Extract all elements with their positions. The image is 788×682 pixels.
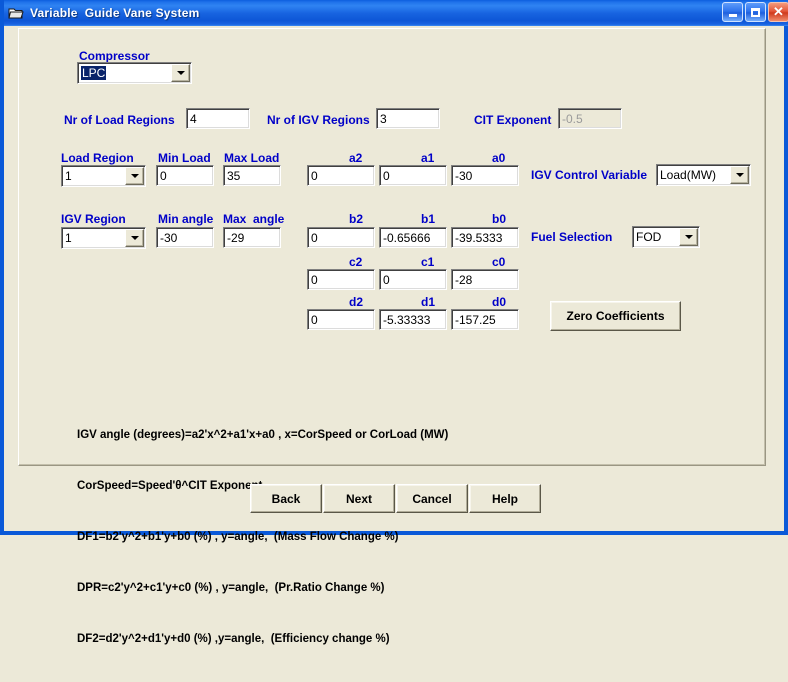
min-load-label: Min Load	[158, 151, 211, 165]
formula-line-5: DF2=d2'y^2+d1'y+d0 (%) ,y=angle, (Effici…	[77, 633, 390, 645]
c2-input[interactable]: 0	[307, 269, 375, 290]
igv-control-variable-select[interactable]: Load(MW)	[656, 164, 751, 186]
minimize-icon	[728, 14, 737, 17]
compressor-select[interactable]: LPC	[77, 62, 192, 84]
a0-input[interactable]: -30	[451, 165, 519, 186]
compressor-label: Compressor	[79, 49, 150, 63]
fuel-selection-label: Fuel Selection	[531, 230, 613, 244]
d2-input[interactable]: 0	[307, 309, 375, 330]
chevron-down-icon[interactable]	[730, 166, 749, 184]
title-bar[interactable]: Variable Guide Vane System ✕	[4, 0, 788, 26]
igv-control-variable-label: IGV Control Variable	[531, 168, 648, 182]
help-button[interactable]: Help	[469, 484, 541, 513]
nr-load-regions-label: Nr of Load Regions	[64, 113, 175, 127]
b0-label: b0	[492, 212, 507, 226]
c1-input[interactable]: 0	[379, 269, 447, 290]
nr-igv-regions-label: Nr of IGV Regions	[267, 113, 370, 127]
min-angle-input[interactable]: -30	[156, 227, 214, 248]
b1-input[interactable]: -0.65666	[379, 227, 447, 248]
chevron-down-icon[interactable]	[679, 228, 698, 246]
igv-region-label: IGV Region	[61, 212, 126, 226]
a0-label: a0	[492, 151, 506, 165]
nr-igv-regions-input[interactable]: 3	[376, 108, 440, 129]
main-panel: Compressor LPC Nr of Load Regions 4 Nr o…	[18, 28, 766, 645]
d1-label: d1	[421, 295, 436, 309]
load-region-label: Load Region	[61, 151, 134, 165]
next-button[interactable]: Next	[323, 484, 395, 513]
b2-label: b2	[349, 212, 364, 226]
close-button[interactable]: ✕	[768, 2, 788, 22]
chevron-down-icon[interactable]	[125, 167, 144, 185]
maximize-button[interactable]	[745, 2, 766, 22]
c1-label: c1	[421, 255, 435, 269]
b1-label: b1	[421, 212, 436, 226]
fuel-selection-value: FOD	[636, 230, 662, 244]
c2-label: c2	[349, 255, 363, 269]
nr-load-regions-input[interactable]: 4	[186, 108, 250, 129]
d1-input[interactable]: -5.33333	[379, 309, 447, 330]
minimize-button[interactable]	[722, 2, 743, 22]
c0-input[interactable]: -28	[451, 269, 519, 290]
igv-control-variable-value: Load(MW)	[660, 168, 717, 182]
back-button[interactable]: Back	[250, 484, 322, 513]
window-controls: ✕	[722, 2, 788, 22]
max-angle-input[interactable]: -29	[223, 227, 281, 248]
a2-label: a2	[349, 151, 363, 165]
a1-input[interactable]: 0	[379, 165, 447, 186]
chevron-down-icon[interactable]	[171, 64, 190, 82]
window-title: Variable Guide Vane System	[30, 6, 200, 20]
min-angle-label: Min angle	[158, 212, 214, 226]
fuel-selection-select[interactable]: FOD	[632, 226, 700, 248]
d0-label: d0	[492, 295, 507, 309]
max-angle-label: Max angle	[223, 212, 285, 226]
igv-region-select-value: 1	[65, 231, 72, 245]
d2-label: d2	[349, 295, 364, 309]
formula-line-4: DPR=c2'y^2+c1'y+c0 (%) , y=angle, (Pr.Ra…	[77, 582, 385, 594]
formula-line-3: DF1=b2'y^2+b1'y+b0 (%) , y=angle, (Mass …	[77, 531, 399, 543]
cit-exponent-label: CIT Exponent	[474, 113, 552, 127]
d0-input[interactable]: -157.25	[451, 309, 519, 330]
a1-label: a1	[421, 151, 435, 165]
c0-label: c0	[492, 255, 506, 269]
load-region-select-value: 1	[65, 169, 72, 183]
max-load-input[interactable]: 35	[223, 165, 281, 186]
maximize-icon	[751, 7, 760, 17]
formula-line-1: IGV angle (degrees)=a2'x^2+a1'x+a0 , x=C…	[77, 429, 449, 441]
igv-region-select[interactable]: 1	[61, 227, 146, 249]
zero-coefficients-button[interactable]: Zero Coefficients	[550, 301, 681, 331]
close-icon: ✕	[773, 4, 784, 19]
min-load-input[interactable]: 0	[156, 165, 214, 186]
cancel-button[interactable]: Cancel	[396, 484, 468, 513]
cit-exponent-input[interactable]: -0.5	[558, 108, 622, 129]
chevron-down-icon[interactable]	[125, 229, 144, 247]
max-load-label: Max Load	[224, 151, 280, 165]
formula-text: IGV angle (degrees)=a2'x^2+a1'x+a0 , x=C…	[77, 393, 448, 682]
b2-input[interactable]: 0	[307, 227, 375, 248]
load-region-select[interactable]: 1	[61, 165, 146, 187]
application-window: Variable Guide Vane System ✕ Compressor …	[0, 0, 788, 645]
a2-input[interactable]: 0	[307, 165, 375, 186]
folder-icon	[8, 6, 24, 20]
compressor-select-value: LPC	[81, 66, 107, 80]
b0-input[interactable]: -39.5333	[451, 227, 519, 248]
